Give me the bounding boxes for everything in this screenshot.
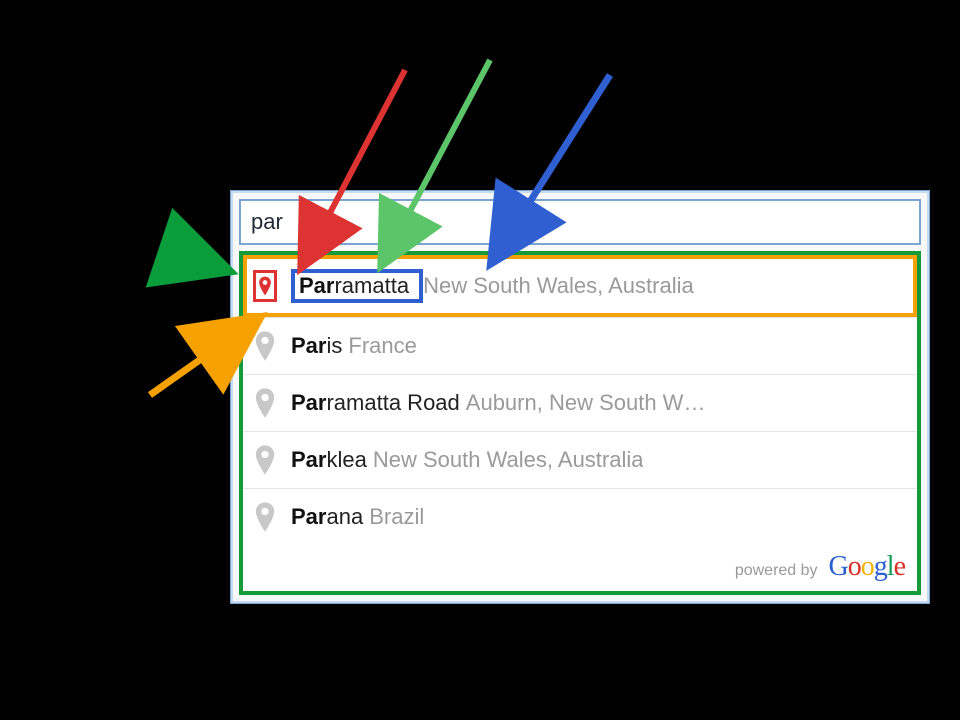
result-row[interactable]: Parana Brazil	[243, 488, 917, 545]
place-pin-icon	[253, 501, 277, 533]
result-row[interactable]: Paris France	[243, 317, 917, 374]
place-pin-icon	[253, 387, 277, 419]
autocomplete-panel: Parramatta New South Wales, Australia Pa…	[230, 190, 930, 604]
google-logo: Google	[829, 551, 905, 582]
result-text: Parana Brazil	[291, 504, 907, 530]
result-row[interactable]: Parramatta New South Wales, Australia	[243, 255, 917, 317]
search-input[interactable]	[239, 199, 921, 245]
result-text: Parramatta Road Auburn, New South W…	[291, 390, 907, 416]
place-pin-icon	[253, 330, 277, 362]
result-text: Parklea New South Wales, Australia	[291, 447, 907, 473]
result-text: Paris France	[291, 333, 907, 359]
place-pin-icon	[253, 270, 277, 302]
result-text: Parramatta New South Wales, Australia	[291, 269, 907, 303]
result-row[interactable]: Parklea New South Wales, Australia	[243, 431, 917, 488]
green-outer-arrow	[160, 248, 232, 272]
results-container: Parramatta New South Wales, Australia Pa…	[239, 251, 921, 595]
powered-by-footer: powered by Google	[243, 545, 917, 591]
result-row[interactable]: Parramatta Road Auburn, New South W…	[243, 374, 917, 431]
place-pin-icon	[253, 444, 277, 476]
matched-term-highlight: Parramatta	[291, 269, 423, 303]
